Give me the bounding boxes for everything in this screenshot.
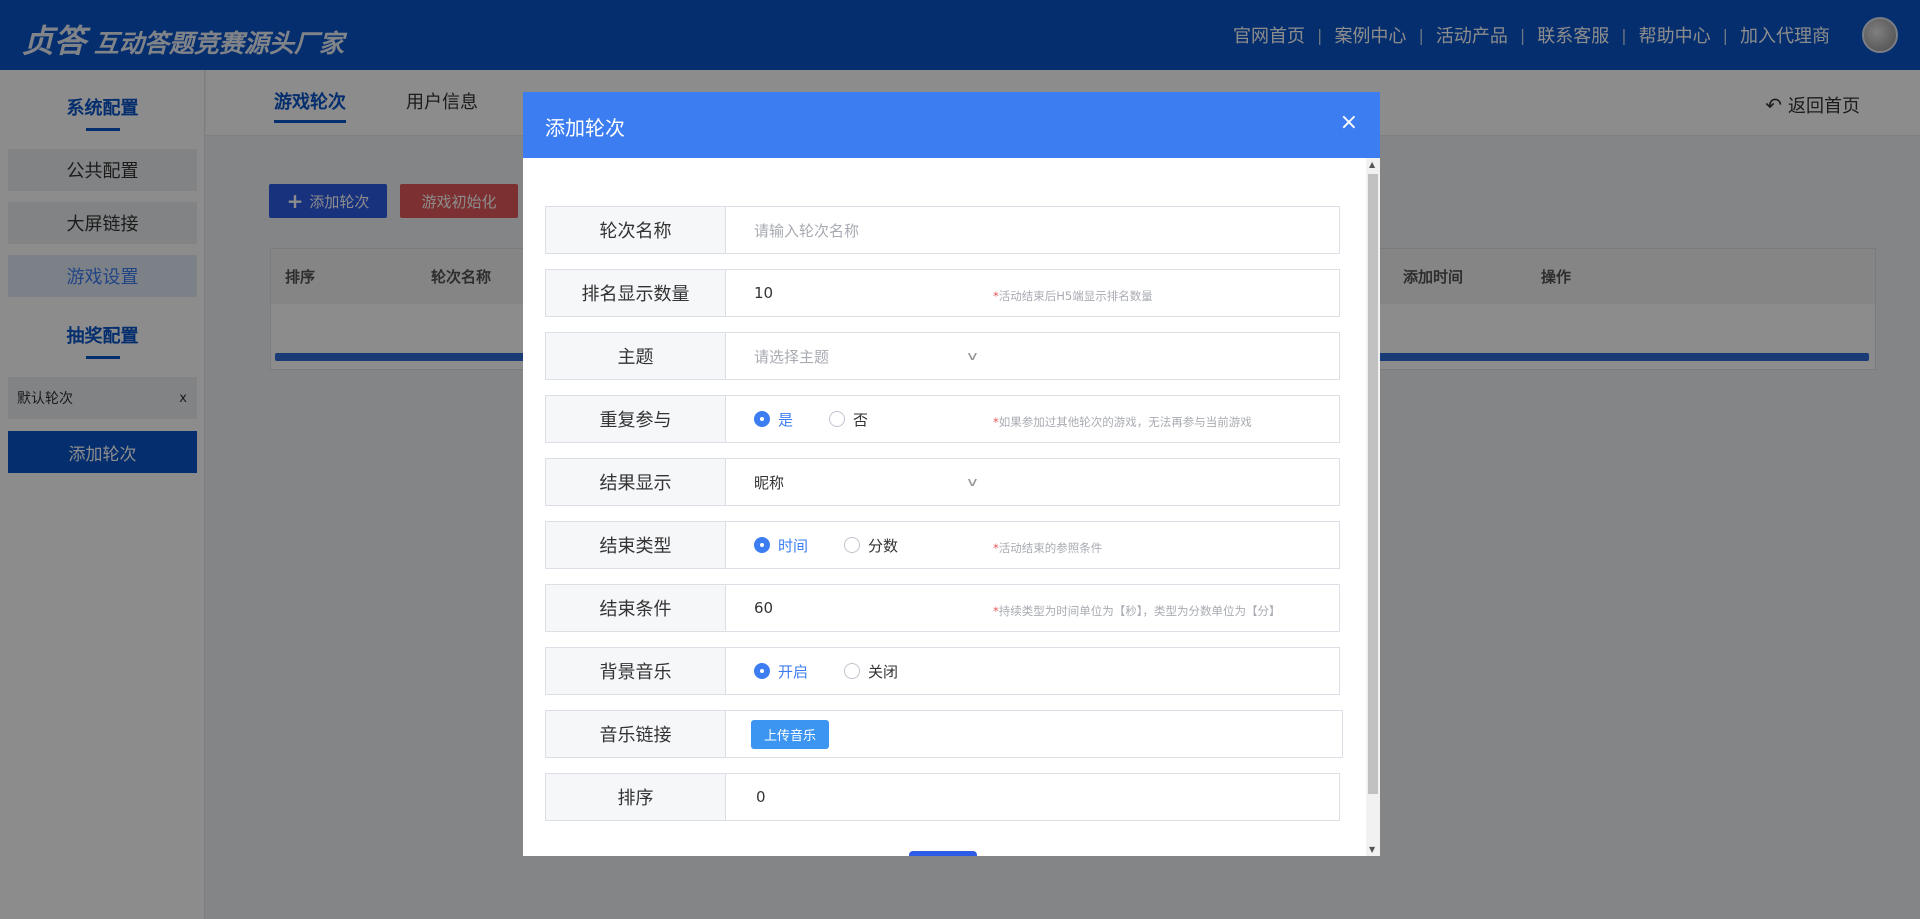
modal-header: 添加轮次 × (523, 92, 1380, 158)
radio-repeat-yes[interactable]: 是 (754, 409, 793, 430)
radio-unchecked-icon (844, 537, 861, 553)
round-name-placeholder: 请输入轮次名称 (754, 221, 860, 240)
radio-unchecked-icon (844, 663, 861, 679)
modal-body: 轮次名称 请输入轮次名称 排名显示数量 10 *活动结束后H5端显示排名数量 主… (523, 158, 1380, 856)
radio-unchecked-icon (829, 411, 846, 427)
scroll-down-arrow-icon[interactable]: ▼ (1369, 845, 1375, 854)
modal-scrollbar[interactable]: ▲ ▼ (1366, 158, 1380, 856)
label-end-type: 结束类型 (546, 522, 726, 568)
label-bg-music: 背景音乐 (546, 648, 726, 694)
result-display-value: 昵称 (754, 473, 785, 492)
radio-label: 开启 (778, 662, 809, 681)
repeat-hint: *如果参加过其他轮次的游戏，无法再参与当前游戏 (993, 414, 1252, 430)
end-type-hint: *活动结束的参照条件 (993, 540, 1102, 556)
theme-placeholder: 请选择主题 (754, 347, 830, 366)
end-condition-value: 60 (754, 599, 774, 617)
radio-checked-icon (754, 663, 770, 679)
radio-label: 关闭 (868, 662, 899, 681)
form-row-theme: 主题 请选择主题 ∨ (545, 332, 1340, 380)
hint-text: 活动结束的参照条件 (998, 541, 1103, 555)
round-name-input[interactable]: 请输入轮次名称 (726, 207, 1339, 253)
radio-label: 否 (853, 410, 869, 429)
form-row-end-type: 结束类型 时间 分数 *活动结束的参照条件 (545, 521, 1340, 569)
label-rank-count: 排名显示数量 (546, 270, 726, 316)
close-icon[interactable]: × (1340, 110, 1358, 135)
label-result-display: 结果显示 (546, 459, 726, 505)
submit-button[interactable] (909, 851, 977, 856)
label-repeat: 重复参与 (546, 396, 726, 442)
chevron-down-icon: ∨ (965, 475, 980, 489)
result-display-select[interactable]: 昵称 ∨ (754, 472, 980, 493)
form-row-round-name: 轮次名称 请输入轮次名称 (545, 206, 1340, 254)
radio-repeat-no[interactable]: 否 (829, 409, 868, 430)
label-round-name: 轮次名称 (546, 207, 726, 253)
hint-text: 如果参加过其他轮次的游戏，无法再参与当前游戏 (998, 415, 1252, 429)
scroll-up-arrow-icon[interactable]: ▲ (1369, 160, 1375, 169)
bg-music-field: 开启 关闭 (726, 648, 1339, 694)
hint-text: 活动结束后H5端显示排名数量 (998, 289, 1153, 303)
sort-input[interactable]: 0 (726, 774, 1339, 820)
end-condition-hint: *持续类型为时间单位为【秒】，类型为分数单位为【分】 (993, 603, 1281, 619)
radio-label: 是 (778, 410, 794, 429)
form-row-end-condition: 结束条件 60 *持续类型为时间单位为【秒】，类型为分数单位为【分】 (545, 584, 1340, 632)
hint-text: 持续类型为时间单位为【秒】，类型为分数单位为【分】 (998, 604, 1281, 618)
radio-checked-icon (754, 411, 770, 427)
form-row-bg-music: 背景音乐 开启 关闭 (545, 647, 1340, 695)
theme-field: 请选择主题 ∨ (726, 333, 1339, 379)
form-row-sort: 排序 0 (545, 773, 1340, 821)
radio-label: 时间 (778, 536, 809, 555)
radio-music-off[interactable]: 关闭 (844, 661, 898, 682)
radio-label: 分数 (868, 536, 899, 555)
rank-count-value: 10 (754, 284, 774, 302)
rank-count-input[interactable]: 10 *活动结束后H5端显示排名数量 (726, 270, 1339, 316)
label-end-condition: 结束条件 (546, 585, 726, 631)
label-sort: 排序 (546, 774, 726, 820)
modal-title: 添加轮次 (545, 116, 625, 140)
sort-value: 0 (756, 788, 766, 806)
form-row-repeat: 重复参与 是 否 *如果参加过其他轮次的游戏，无法再参与当前游戏 (545, 395, 1340, 443)
scrollbar-thumb[interactable] (1368, 174, 1378, 794)
form-row-music-link: 音乐链接 上传音乐 (545, 710, 1343, 758)
end-condition-input[interactable]: 60 *持续类型为时间单位为【秒】，类型为分数单位为【分】 (726, 585, 1339, 631)
radio-end-type-score[interactable]: 分数 (844, 535, 898, 556)
music-link-field: 上传音乐 (726, 711, 1342, 757)
radio-end-type-time[interactable]: 时间 (754, 535, 808, 556)
rank-count-hint: *活动结束后H5端显示排名数量 (993, 288, 1153, 304)
label-music-link: 音乐链接 (546, 711, 726, 757)
form-row-rank-count: 排名显示数量 10 *活动结束后H5端显示排名数量 (545, 269, 1340, 317)
form-row-result-display: 结果显示 昵称 ∨ (545, 458, 1340, 506)
upload-music-button[interactable]: 上传音乐 (751, 719, 830, 749)
add-round-modal: 添加轮次 × 轮次名称 请输入轮次名称 排名显示数量 10 *活动结束后H5端显… (523, 92, 1380, 856)
result-display-field: 昵称 ∨ (726, 459, 1339, 505)
chevron-down-icon: ∨ (965, 349, 980, 363)
label-theme: 主题 (546, 333, 726, 379)
theme-select[interactable]: 请选择主题 ∨ (754, 346, 980, 367)
repeat-field: 是 否 *如果参加过其他轮次的游戏，无法再参与当前游戏 (726, 396, 1339, 442)
end-type-field: 时间 分数 *活动结束的参照条件 (726, 522, 1339, 568)
radio-checked-icon (754, 537, 770, 553)
radio-music-on[interactable]: 开启 (754, 661, 808, 682)
